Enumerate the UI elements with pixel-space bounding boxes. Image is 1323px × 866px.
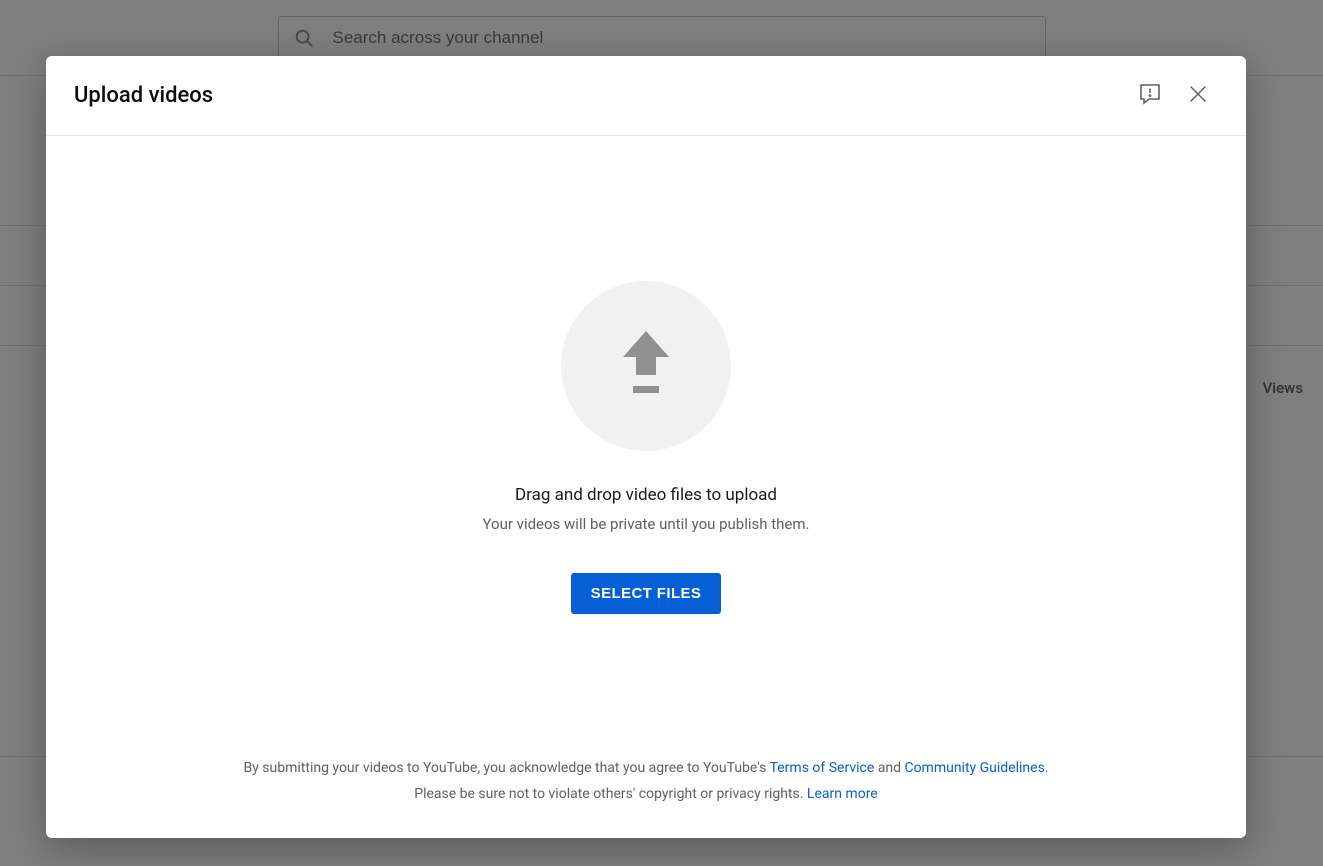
community-guidelines-link[interactable]: Community Guidelines [904,760,1044,776]
upload-arrow-icon [619,331,673,401]
feedback-icon [1138,82,1162,110]
upload-modal: Upload videos Drag [46,56,1246,838]
drag-drop-subtitle: Your videos will be private until you pu… [483,515,810,533]
footer-text: By submitting your videos to YouTube, yo… [243,760,769,776]
modal-title: Upload videos [74,83,1122,108]
footer-text: and [874,760,904,776]
modal-header: Upload videos [46,56,1246,136]
upload-dropzone[interactable] [561,281,731,451]
footer-line-1: By submitting your videos to YouTube, yo… [76,755,1216,782]
select-files-button[interactable]: SELECT FILES [571,573,722,614]
footer-line-2: Please be sure not to violate others' co… [76,781,1216,808]
feedback-button[interactable] [1130,76,1170,116]
modal-body: Drag and drop video files to upload Your… [46,136,1246,739]
terms-of-service-link[interactable]: Terms of Service [770,760,875,776]
learn-more-link[interactable]: Learn more [807,786,878,802]
modal-footer: By submitting your videos to YouTube, yo… [46,739,1246,838]
close-icon [1187,83,1209,109]
close-button[interactable] [1178,76,1218,116]
footer-text: Please be sure not to violate others' co… [414,786,807,802]
drag-drop-title: Drag and drop video files to upload [515,485,777,505]
footer-text: . [1045,760,1049,776]
